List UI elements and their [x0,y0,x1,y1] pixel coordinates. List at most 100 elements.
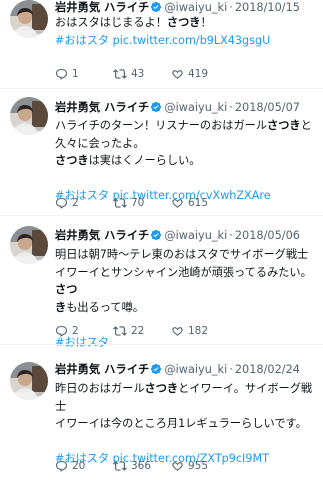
separator-dot: · [229,101,233,114]
reply-icon [55,68,68,81]
tweet[interactable]: 岩井勇気 ハライチ @iwaiyu_ki · 2018/05/06 明日は朝7時〜テレ東… [0,222,323,349]
separator-dot: · [229,1,233,14]
highlighted-term: さつき [166,16,201,29]
tweet-text-line [55,170,315,188]
retweet-button[interactable]: 22 [113,323,144,339]
tweet-actions: 2 22 182 [55,323,317,339]
highlighted-term: き [55,300,67,314]
author-handle[interactable]: @iwaiyu_ki [164,363,227,376]
verified-badge-icon [150,101,162,116]
tweet-header: 岩井勇気 ハライチ @iwaiyu_ki · 2018/05/07 [55,100,319,116]
text-segment: ハライチのターン！リスナーのおはガール [55,119,268,132]
highlighted-term: さつき [55,154,89,167]
retweet-count: 366 [131,460,152,472]
reply-icon [55,325,68,338]
hashtag-link[interactable]: #おはスタ pic.twitter.com/b9LX43gsgU [55,34,270,47]
like-button[interactable]: 182 [171,323,208,339]
verified-badge-icon [150,363,162,378]
avatar[interactable] [10,226,48,264]
text-segment: 昨日のおはガール [55,382,145,395]
reply-button[interactable]: 20 [55,458,85,474]
tweet-header: 岩井勇気 ハライチ @iwaiyu_ki · 2018/05/06 [55,228,319,244]
separator-dot: · [229,363,233,376]
like-button[interactable]: 615 [171,195,208,211]
tweet-header: 岩井勇気 ハライチ @iwaiyu_ki · 2018/02/24 [55,362,319,378]
retweet-icon [113,67,127,81]
separator-dot: · [229,229,233,242]
reply-icon [55,460,68,473]
reply-button[interactable]: 1 [55,66,79,82]
tweet-actions: 2 70 615 [55,195,317,211]
tweet[interactable]: 岩井勇気 ハライチ @iwaiyu_ki · 2018/05/07 ハライチのターン！リ… [0,93,323,217]
tweet-date[interactable]: 2018/02/24 [235,363,300,376]
verified-badge-icon [150,229,162,244]
retweet-button[interactable]: 70 [113,195,144,211]
tweet-text: ハライチのターン！リスナーのおはガールさつきと 久々に会ったよ。 さつきは実はくノー… [55,117,315,205]
tweet-date[interactable]: 2018/05/07 [235,101,300,114]
retweet-count: 43 [131,68,145,80]
tweet-date[interactable]: 2018/05/06 [235,229,300,242]
like-button[interactable]: 955 [171,458,208,474]
text-segment: ！ [200,16,212,29]
text-segment: は実はくノーらしい。 [88,154,201,167]
text-segment: と [300,119,312,132]
tweet-text-line: ハライチのターン！リスナーのおはガールさつきと [55,117,315,135]
tweet-text: おはスタはじまるよ！さつき！ #おはスタ pic.twitter.com/b9LX… [55,14,315,49]
like-icon [171,460,184,473]
retweet-count: 22 [131,325,145,337]
like-button[interactable]: 419 [171,66,208,82]
avatar[interactable] [10,97,48,135]
text-segment: イワーイとサンシャイン池崎が頑張ってるみたい。 [55,265,312,279]
reply-count: 2 [72,197,79,209]
author-name[interactable]: 岩井勇気 ハライチ [55,363,149,376]
author-name[interactable]: 岩井勇気 ハライチ [55,229,149,242]
author-handle[interactable]: @iwaiyu_ki [164,229,227,242]
retweet-button[interactable]: 43 [113,66,144,82]
tweet-text-line: イワーイとサンシャイン池崎が頑張ってるみたい。さつ [55,264,315,299]
like-count: 615 [188,197,209,209]
reply-button[interactable]: 2 [55,195,79,211]
reply-count: 2 [72,325,79,337]
tweet-divider [0,344,323,345]
tweet-text: 昨日のおはガールさつきとイワーイ。サイボーグ戦士 イワーイは今のところ月1レギュラ… [55,380,315,468]
tweet-actions: 1 43 419 [55,66,317,82]
like-count: 419 [188,68,209,80]
like-icon [171,197,184,210]
author-handle[interactable]: @iwaiyu_ki [164,101,227,114]
text-segment: 久々に会ったよ。 [55,136,145,150]
text-segment: 明日は朝7時〜テレ東のおはスタでサイボーグ戦士 [55,248,309,261]
avatar[interactable] [10,0,48,38]
highlighted-term: さつき [267,119,301,132]
tweet-text-line: さつきは実はくノーらしい。 [55,152,315,170]
avatar[interactable] [10,362,48,400]
tweet[interactable]: 岩井勇気 ハライチ @iwaiyu_ki · 2018/10/15 おはスタはじまるよ！… [0,0,323,88]
tweet-text-line: 昨日のおはガールさつきとイワーイ。サイボーグ戦士 [55,380,315,415]
tweet-text-line: イワーイは今のところ月1レギュラーらしいです。 [55,415,315,433]
tweet-divider [0,88,323,89]
text-segment: も出るって噂。 [66,300,144,314]
tweet[interactable]: 岩井勇気 ハライチ @iwaiyu_ki · 2018/02/24 昨日のおはガールさつ… [0,350,323,480]
text-segment: おはスタはじまるよ！ [55,16,167,29]
like-count: 182 [188,325,209,337]
tweet-text-line: #おはスタ pic.twitter.com/b9LX43gsgU [55,32,315,50]
like-count: 955 [188,460,209,472]
retweet-icon [113,459,127,473]
tweet-text-line: おはスタはじまるよ！さつき！ [55,14,315,32]
tweet-text-line: きも出るって噂。 [55,299,315,317]
tweet-date[interactable]: 2018/10/15 [235,1,300,14]
reply-count: 20 [72,460,86,472]
reply-count: 1 [72,68,79,80]
retweet-icon [113,324,127,338]
reply-icon [55,197,68,210]
author-name[interactable]: 岩井勇気 ハライチ [55,101,149,114]
like-icon [171,325,184,338]
highlighted-term: さつき [144,382,179,395]
retweet-icon [113,196,127,210]
author-handle[interactable]: @iwaiyu_ki [164,1,227,14]
author-name[interactable]: 岩井勇気 ハライチ [55,1,149,14]
reply-button[interactable]: 2 [55,323,79,339]
tweet-text-line: 久々に会ったよ。 [55,135,315,153]
tweet-divider [0,215,323,216]
highlighted-term: さつ [55,283,78,296]
retweet-button[interactable]: 366 [113,458,151,474]
